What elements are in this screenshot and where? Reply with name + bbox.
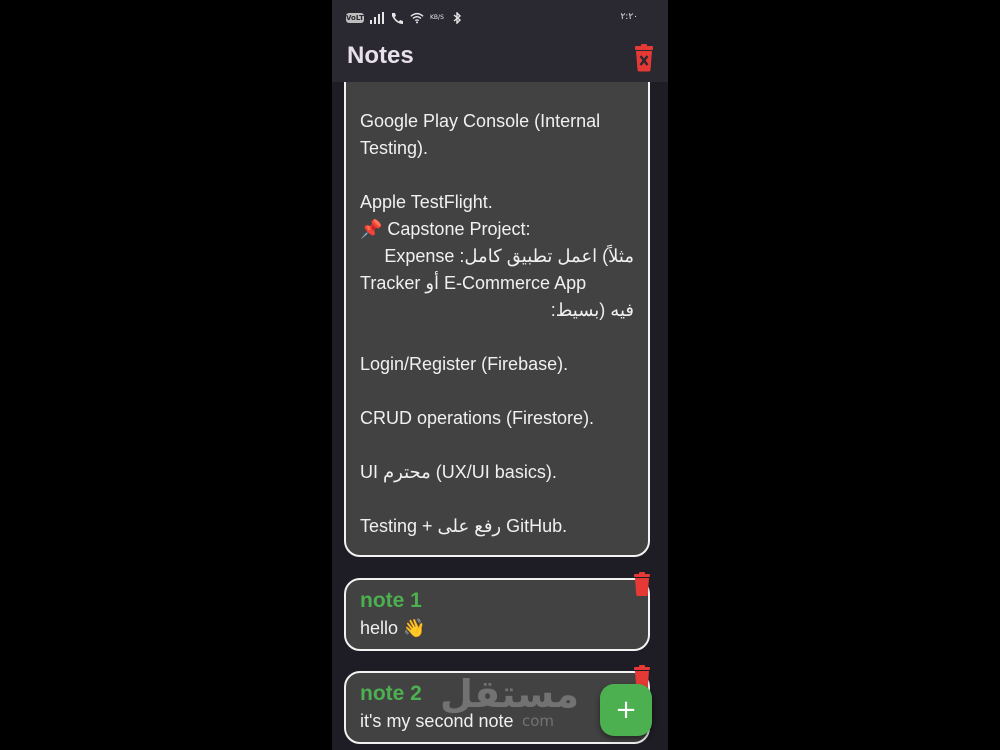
trash-icon: [635, 44, 653, 72]
signal-icon: [370, 12, 384, 24]
note-card[interactable]: note 1 hello 👋: [344, 572, 650, 651]
status-icons: VoLTE KB/S: [346, 10, 464, 26]
note-body: Google Play Console (Internal Testing). …: [360, 111, 634, 536]
volte-badge: VoLTE: [346, 13, 369, 23]
wifi-icon: [410, 12, 424, 24]
app-title: Notes: [347, 42, 414, 69]
bluetooth-icon: [453, 12, 461, 24]
status-bar: VoLTE KB/S ٢:٢٠: [332, 0, 668, 36]
note-title: note 1: [360, 589, 422, 612]
network-speed-unit: KB/S: [430, 14, 444, 21]
note-body: hello 👋: [360, 618, 426, 638]
delete-note-button[interactable]: [632, 572, 652, 596]
status-time: ٢:٢٠: [620, 12, 638, 22]
note-body: it's my second note: [360, 711, 514, 731]
note-card[interactable]: Google Play Console (Internal Testing). …: [344, 82, 650, 557]
note-title: note 2: [360, 682, 422, 705]
phone-icon: [392, 13, 403, 24]
plus-icon: +: [615, 695, 637, 725]
delete-all-button[interactable]: [632, 44, 656, 72]
phone-screen: VoLTE KB/S ٢:٢٠ Notes Google Play Consol…: [332, 0, 668, 750]
trash-icon: [634, 572, 650, 596]
notes-list[interactable]: Google Play Console (Internal Testing). …: [332, 82, 668, 750]
add-note-button[interactable]: +: [600, 684, 652, 736]
app-bar: Notes: [332, 36, 668, 82]
